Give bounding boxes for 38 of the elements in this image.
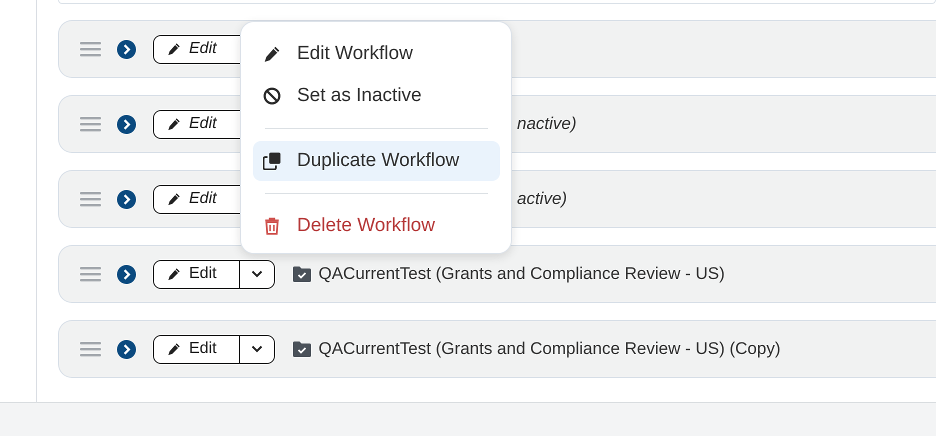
- caret-icon: [250, 345, 262, 353]
- menu-item[interactable]: Delete Workflow: [253, 206, 500, 246]
- pencil-icon: [167, 192, 181, 206]
- edit-button[interactable]: Edit: [153, 110, 240, 138]
- expand-chevron-icon[interactable]: [117, 264, 136, 284]
- drag-handle-icon: [80, 266, 101, 282]
- dropdown-toggle-button[interactable]: [238, 334, 274, 364]
- caret-icon: [250, 270, 262, 278]
- expand-chevron-icon[interactable]: [117, 190, 136, 208]
- drag-handle-icon: [80, 191, 101, 207]
- workflow-title: active): [517, 189, 568, 209]
- pencil-icon: [263, 45, 281, 63]
- workflow-title: QACurrentTest (Grants and Compliance Review - US) (Copy): [318, 339, 780, 359]
- menu-item[interactable]: Duplicate Workflow: [253, 141, 500, 181]
- menu-item[interactable]: Edit Workflow: [253, 34, 500, 74]
- menu-item[interactable]: Set as Inactive: [253, 76, 500, 116]
- trash-icon: [263, 217, 281, 235]
- edit-button[interactable]: Edit: [153, 34, 240, 64]
- checked-folder-icon: [292, 341, 310, 357]
- pencil-icon: [167, 267, 181, 281]
- edit-button[interactable]: Edit: [153, 260, 240, 288]
- expand-chevron-icon[interactable]: [117, 40, 136, 58]
- drag-handle-icon: [80, 341, 101, 357]
- copy-icon: [263, 152, 281, 170]
- prohibited-icon: [263, 87, 281, 105]
- checked-folder-icon: [292, 266, 310, 282]
- drag-handle-icon: [80, 41, 101, 57]
- workflow-title: QACurrentTest (Grants and Compliance Review - US): [318, 264, 725, 284]
- expand-chevron-icon[interactable]: [117, 340, 136, 358]
- edit-button[interactable]: Edit: [153, 184, 240, 214]
- workflow-title: nactive): [517, 114, 577, 134]
- pencil-icon: [167, 42, 181, 56]
- expand-chevron-icon[interactable]: [117, 114, 136, 134]
- drag-handle-icon: [80, 116, 101, 132]
- edit-button[interactable]: Edit: [153, 334, 240, 364]
- pencil-icon: [167, 342, 181, 356]
- dropdown-toggle-button[interactable]: [238, 260, 274, 288]
- pencil-icon: [167, 117, 181, 131]
